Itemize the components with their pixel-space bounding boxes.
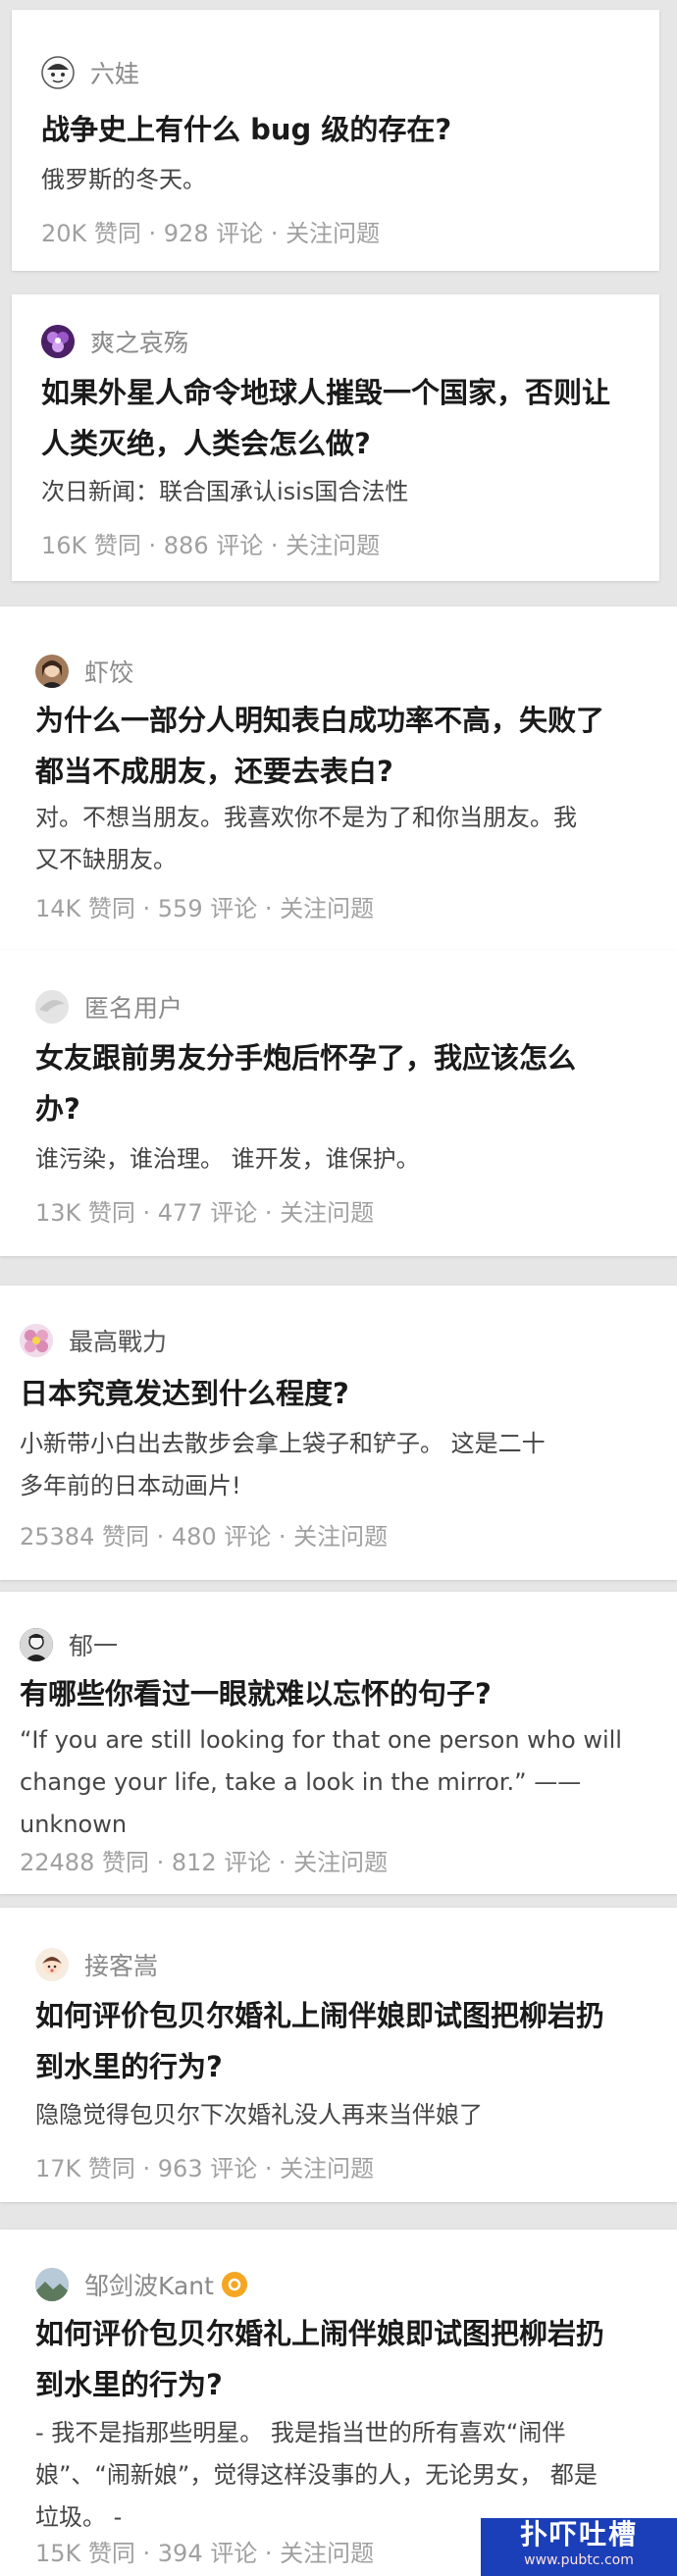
question-line: 到水里的行为?	[35, 2050, 223, 2083]
answer-line: 多年前的日本动画片!	[20, 1472, 241, 1499]
answer-line: - 我不是指那些明星。 我是指当世的所有喜欢“闹伴	[35, 2419, 566, 2446]
feed-card[interactable]: 匿名用户 女友跟前男友分手炮后怀孕了，我应该怎么 办? 谁污染，谁治理。 谁开发…	[0, 950, 677, 1256]
feed-card[interactable]: 郁一 有哪些你看过一眼就难以忘怀的句子? “If you are still l…	[0, 1592, 677, 1894]
question-title[interactable]: 为什么一部分人明知表白成功率不高，失败了 都当不成朋友，还要去表白?	[35, 695, 604, 797]
landscape-avatar-icon	[35, 2268, 69, 2301]
answer-meta: 14K 赞同 · 559 评论 · 关注问题	[35, 895, 375, 922]
verified-badge-icon	[221, 2272, 247, 2297]
man-portrait-icon	[20, 1628, 53, 1661]
feed-card[interactable]: 虾饺 为什么一部分人明知表白成功率不高，失败了 都当不成朋友，还要去表白? 对。…	[0, 606, 677, 952]
answer-excerpt[interactable]: 对。不想当朋友。我喜欢你不是为了和你当朋友。我 又不缺朋友。	[35, 797, 577, 881]
question-title[interactable]: 如果外星人命令地球人摧毁一个国家，否则让 人类灭绝，人类会怎么做?	[41, 367, 610, 469]
answer-excerpt[interactable]: 谁污染，谁治理。 谁开发，谁保护。	[35, 1138, 420, 1181]
question-title[interactable]: 战争史上有什么 bug 级的存在?	[41, 104, 451, 155]
author-name[interactable]: 六娃	[90, 55, 139, 90]
question-line: 为什么一部分人明知表白成功率不高，失败了	[35, 704, 605, 737]
answer-excerpt[interactable]: 隐隐觉得包贝尔下次婚礼没人再来当伴娘了	[35, 2094, 483, 2136]
avatar[interactable]	[35, 1948, 69, 1981]
flower-icon	[20, 1324, 53, 1357]
answer-line: unknown	[20, 1811, 128, 1838]
site-watermark: 扑吓吐槽 www.pubtc.com	[481, 2518, 677, 2576]
question-title[interactable]: 如何评价包贝尔婚礼上闹伴娘即试图把柳岩扔 到水里的行为?	[35, 1990, 604, 2092]
author-name[interactable]: 匿名用户	[84, 989, 182, 1025]
feed-card[interactable]: 六娃 战争史上有什么 bug 级的存在? 俄罗斯的冬天。 20K 赞同 · 92…	[12, 10, 659, 271]
question-line: 办?	[35, 1092, 80, 1126]
answer-line: “If you are still looking for that one p…	[20, 1726, 622, 1754]
author-row[interactable]: 爽之哀殇	[41, 324, 188, 359]
avatar[interactable]	[35, 655, 69, 688]
author-name[interactable]: 虾饺	[84, 654, 133, 689]
answer-meta: 25384 赞同 · 480 评论 · 关注问题	[20, 1523, 389, 1551]
answer-excerpt[interactable]: 俄罗斯的冬天。	[41, 159, 206, 201]
anonymous-user-icon	[35, 990, 69, 1024]
watermark-title: 扑吓吐槽	[519, 2518, 638, 2550]
author-name[interactable]: 郁一	[69, 1627, 118, 1662]
author-row[interactable]: 六娃	[41, 55, 139, 90]
avatar[interactable]	[35, 2268, 69, 2301]
answer-meta: 13K 赞同 · 477 评论 · 关注问题	[35, 1199, 375, 1227]
answer-meta: 20K 赞同 · 928 评论 · 关注问题	[41, 220, 381, 247]
question-title[interactable]: 女友跟前男友分手炮后怀孕了，我应该怎么 办?	[35, 1032, 576, 1134]
question-line: 如何评价包贝尔婚礼上闹伴娘即试图把柳岩扔	[35, 2317, 605, 2350]
question-title[interactable]: 如何评价包贝尔婚礼上闹伴娘即试图把柳岩扔 到水里的行为?	[35, 2308, 604, 2410]
answer-meta: 16K 赞同 · 886 评论 · 关注问题	[41, 532, 381, 559]
cartoon-face-icon	[41, 56, 75, 89]
answer-excerpt[interactable]: 次日新闻：联合国承认isis国合法性	[41, 471, 408, 513]
avatar[interactable]	[35, 990, 69, 1024]
question-line: 人类灭绝，人类会怎么做?	[41, 427, 371, 460]
answer-meta: 17K 赞同 · 963 评论 · 关注问题	[35, 2155, 375, 2182]
author-row[interactable]: 接客嵩	[35, 1947, 158, 1982]
answer-line: change your life, take a look in the mir…	[20, 1768, 582, 1796]
answer-meta: 22488 赞同 · 812 评论 · 关注问题	[20, 1849, 389, 1876]
answer-meta: 15K 赞同 · 394 评论 · 关注问题	[35, 2540, 375, 2567]
avatar[interactable]	[20, 1628, 53, 1661]
answer-excerpt[interactable]: 小新带小白出去散步会拿上袋子和铲子。 这是二十 多年前的日本动画片!	[20, 1423, 546, 1507]
cartoon-girl-icon	[35, 1948, 69, 1981]
answer-line: 小新带小白出去散步会拿上袋子和铲子。 这是二十	[20, 1430, 546, 1457]
author-row[interactable]: 匿名用户	[35, 989, 182, 1025]
feed-card[interactable]: 最高戰力 日本究竟发达到什么程度? 小新带小白出去散步会拿上袋子和铲子。 这是二…	[0, 1286, 677, 1580]
avatar[interactable]	[41, 325, 75, 358]
author-name[interactable]: 最高戰力	[69, 1323, 167, 1358]
question-line: 到水里的行为?	[35, 2368, 223, 2401]
author-row[interactable]: 邹剑波Kant	[35, 2267, 247, 2302]
author-row[interactable]: 最高戰力	[20, 1323, 167, 1358]
question-line: 女友跟前男友分手炮后怀孕了，我应该怎么	[35, 1041, 577, 1075]
avatar[interactable]	[20, 1324, 53, 1357]
author-row[interactable]: 郁一	[20, 1627, 118, 1662]
author-row[interactable]: 虾饺	[35, 654, 133, 689]
question-line: 如何评价包贝尔婚礼上闹伴娘即试图把柳岩扔	[35, 1999, 605, 2032]
watermark-url: www.pubtc.com	[524, 2552, 634, 2568]
feed-card[interactable]: 接客嵩 如何评价包贝尔婚礼上闹伴娘即试图把柳岩扔 到水里的行为? 隐隐觉得包贝尔…	[0, 1908, 677, 2202]
purple-flower-icon	[41, 325, 75, 358]
question-line: 如果外星人命令地球人摧毁一个国家，否则让	[41, 376, 611, 409]
author-name[interactable]: 邹剑波Kant	[84, 2267, 214, 2302]
author-name[interactable]: 接客嵩	[84, 1947, 158, 1982]
avatar[interactable]	[41, 56, 75, 89]
woman-portrait-icon	[35, 655, 69, 688]
question-title[interactable]: 有哪些你看过一眼就难以忘怀的句子?	[20, 1668, 492, 1719]
answer-excerpt[interactable]: “If you are still looking for that one p…	[20, 1719, 622, 1846]
answer-line: 对。不想当朋友。我喜欢你不是为了和你当朋友。我	[35, 804, 577, 831]
answer-line: 娘”、“闹新娘”，觉得这样没事的人，无论男女， 都是	[35, 2461, 598, 2489]
author-name[interactable]: 爽之哀殇	[90, 324, 188, 359]
answer-line: 又不缺朋友。	[35, 846, 177, 873]
question-title[interactable]: 日本究竟发达到什么程度?	[20, 1368, 349, 1419]
question-line: 都当不成朋友，还要去表白?	[35, 755, 393, 788]
feed-card[interactable]: 爽之哀殇 如果外星人命令地球人摧毁一个国家，否则让 人类灭绝，人类会怎么做? 次…	[12, 294, 659, 581]
